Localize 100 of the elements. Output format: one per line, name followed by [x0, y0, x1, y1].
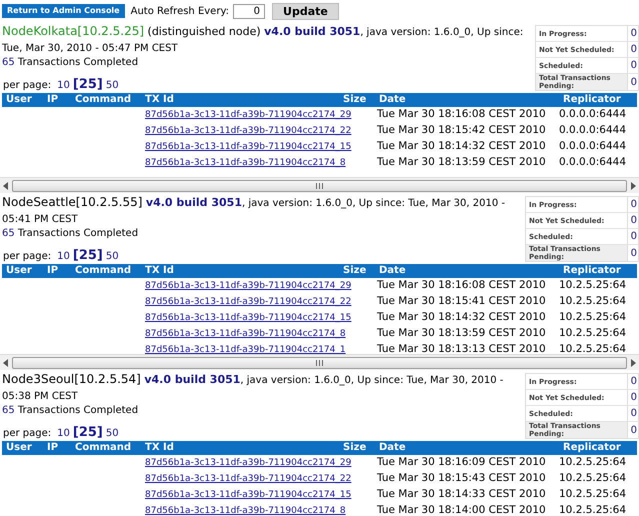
- stat-value: 0: [630, 230, 638, 244]
- transaction-link[interactable]: 87d56b1a-3c13-11df-a39b-711904cc2174_29: [145, 458, 352, 468]
- transaction-link[interactable]: 87d56b1a-3c13-11df-a39b-711904cc2174_8: [145, 158, 346, 168]
- node-info: Node3Seoul[10.2.5.54] v4.0 build 3051, java version: 1.6.0_0, Up since: Tue, Mar 30, 2010 - 05:38 PM CEST: [2, 372, 504, 404]
- per-page-option[interactable]: 10: [57, 426, 70, 440]
- horizontal-scrollbar[interactable]: [0, 354, 639, 370]
- date-cell-text: Tue Mar 30 18:13:13 CEST 2010: [376, 342, 547, 354]
- transactions-completed: 65 Transactions Completed: [2, 227, 140, 240]
- column-header: Command: [74, 93, 132, 107]
- transaction-link[interactable]: 87d56b1a-3c13-11df-a39b-711904cc2174_22: [145, 126, 352, 136]
- stat-value: 0: [630, 27, 638, 41]
- per-page-option[interactable]: 50: [106, 248, 119, 264]
- stat-value: 0: [630, 214, 638, 228]
- date-cell-text: Tue Mar 30 18:13:59 CEST 2010: [376, 326, 547, 341]
- horizontal-scrollbar[interactable]: [0, 177, 639, 193]
- transactions-completed: 65 Transactions Completed: [2, 56, 140, 69]
- replicator-cell-text: 10.2.5.25:64: [559, 326, 627, 341]
- column-header: User: [5, 93, 33, 107]
- transaction-link[interactable]: 87d56b1a-3c13-11df-a39b-711904cc2174_8: [145, 329, 346, 339]
- per-page-label: per page:: [3, 250, 52, 264]
- stat-value: 0: [630, 43, 638, 57]
- stat-value: 0: [630, 375, 638, 389]
- replicator-cell-text: 0.0.0.0:6444: [559, 155, 627, 170]
- replicator-cell-text: 0.0.0.0:6444: [559, 139, 627, 154]
- transaction-link[interactable]: 87d56b1a-3c13-11df-a39b-711904cc2174_15: [145, 490, 352, 500]
- stat-value: 0: [630, 59, 638, 73]
- refresh-label: Auto Refresh Every:: [130, 4, 230, 18]
- per-page-label: per page:: [3, 78, 52, 92]
- node-info: NodeSeattle[10.2.5.55] v4.0 build 3051, java version: 1.6.0_0, Up since: Tue, Mar 30, 2010 - 05:41 PM CEST: [2, 195, 506, 227]
- column-header: Replicator: [562, 264, 622, 278]
- date-cell-text: Tue Mar 30 18:13:59 CEST 2010: [376, 155, 547, 170]
- transaction-link[interactable]: 87d56b1a-3c13-11df-a39b-711904cc2174_15: [145, 142, 352, 152]
- per-page-option[interactable]: 50: [106, 78, 119, 92]
- transaction-link[interactable]: 87d56b1a-3c13-11df-a39b-711904cc2174_22: [145, 297, 352, 307]
- left-arrow-icon[interactable]: [3, 358, 9, 366]
- refresh-input[interactable]: 0: [233, 4, 266, 18]
- transaction-link[interactable]: 87d56b1a-3c13-11df-a39b-711904cc2174_22: [145, 474, 352, 484]
- column-header: Size: [342, 441, 368, 455]
- stat-value: 0: [630, 246, 638, 260]
- replicator-cell-text: 10.2.5.25:64: [559, 455, 627, 470]
- column-header: Replicator: [562, 441, 622, 455]
- column-header: Replicator: [562, 93, 622, 107]
- scrollbar-thumb[interactable]: [12, 180, 627, 192]
- stat-value: 0: [630, 424, 638, 438]
- replicator-cell-text: 0.0.0.0:6444: [559, 123, 627, 138]
- left-arrow-icon[interactable]: [3, 182, 9, 190]
- stat-value: 0: [630, 198, 638, 212]
- stat-value: 0: [630, 407, 638, 421]
- per-page-option[interactable]: 50: [106, 426, 119, 440]
- column-header: Size: [342, 93, 368, 107]
- column-header: User: [5, 264, 33, 278]
- transaction-link[interactable]: 87d56b1a-3c13-11df-a39b-711904cc2174_29: [145, 110, 352, 120]
- per-page-label: per page:: [3, 426, 52, 440]
- date-cell-text: Tue Mar 30 18:14:33 CEST 2010: [376, 487, 547, 502]
- per-page-option[interactable]: [25]: [72, 75, 103, 95]
- date-cell-text: Tue Mar 30 18:16:08 CEST 2010: [376, 278, 547, 293]
- right-arrow-icon[interactable]: [630, 358, 636, 366]
- column-header: Command: [74, 264, 132, 278]
- replicator-cell-text: 10.2.5.25:64: [559, 342, 627, 354]
- date-cell-text: Tue Mar 30 18:16:08 CEST 2010: [376, 107, 547, 122]
- per-page-option[interactable]: [25]: [72, 423, 103, 443]
- date-cell-text: Tue Mar 30 18:15:41 CEST 2010: [376, 294, 547, 309]
- stat-value: 0: [630, 76, 638, 90]
- per-page-option[interactable]: [25]: [72, 246, 103, 266]
- stat-value: 0: [630, 391, 638, 405]
- column-header: User: [5, 441, 33, 455]
- update-button[interactable]: Update: [272, 2, 339, 20]
- per-page-option[interactable]: 10: [57, 78, 70, 92]
- column-header: IP: [46, 264, 60, 278]
- column-header: Date: [378, 264, 407, 278]
- column-header: Command: [74, 441, 132, 455]
- column-header: Size: [342, 264, 368, 278]
- transaction-link[interactable]: 87d56b1a-3c13-11df-a39b-711904cc2174_8: [145, 506, 346, 515]
- date-cell-text: Tue Mar 30 18:14:32 CEST 2010: [376, 139, 547, 154]
- column-header: TX Id: [144, 264, 175, 278]
- transactions-completed: 65 Transactions Completed: [2, 404, 140, 417]
- transaction-link[interactable]: 87d56b1a-3c13-11df-a39b-711904cc2174_15: [145, 313, 352, 323]
- column-header: TX Id: [144, 441, 175, 455]
- replicator-cell-text: 10.2.5.25:64: [559, 503, 627, 515]
- column-header: IP: [46, 93, 60, 107]
- column-header: Date: [378, 441, 407, 455]
- scrollbar-thumb[interactable]: [12, 356, 627, 368]
- column-header: Date: [378, 93, 407, 107]
- transaction-link[interactable]: 87d56b1a-3c13-11df-a39b-711904cc2174_1: [145, 345, 346, 354]
- date-cell-text: Tue Mar 30 18:15:43 CEST 2010: [376, 471, 547, 486]
- replicator-cell-text: 10.2.5.25:64: [559, 294, 627, 309]
- transaction-link[interactable]: 87d56b1a-3c13-11df-a39b-711904cc2174_29: [145, 281, 352, 291]
- return-button[interactable]: Return to Admin Console: [2, 4, 125, 18]
- replicator-cell-text: 10.2.5.25:64: [559, 471, 627, 486]
- right-arrow-icon[interactable]: [630, 182, 636, 190]
- grip-icon: [316, 182, 323, 188]
- replicator-cell-text: 10.2.5.25:64: [559, 487, 627, 502]
- per-page-option[interactable]: 10: [57, 248, 70, 264]
- grip-icon: [316, 360, 323, 366]
- replicator-cell-text: 10.2.5.25:64: [559, 278, 627, 293]
- column-header: TX Id: [144, 93, 175, 107]
- node-info: NodeKolkata[10.2.5.25] (distinguished node) v4.0 build 3051, java version: 1.6.0_0, Up since: Tue, Mar 30, 2010 - 05:47 PM CEST: [2, 24, 524, 56]
- replicator-cell-text: 0.0.0.0:6444: [559, 107, 627, 122]
- date-cell-text: Tue Mar 30 18:15:42 CEST 2010: [376, 123, 547, 138]
- date-cell-text: Tue Mar 30 18:14:00 CEST 2010: [376, 503, 547, 515]
